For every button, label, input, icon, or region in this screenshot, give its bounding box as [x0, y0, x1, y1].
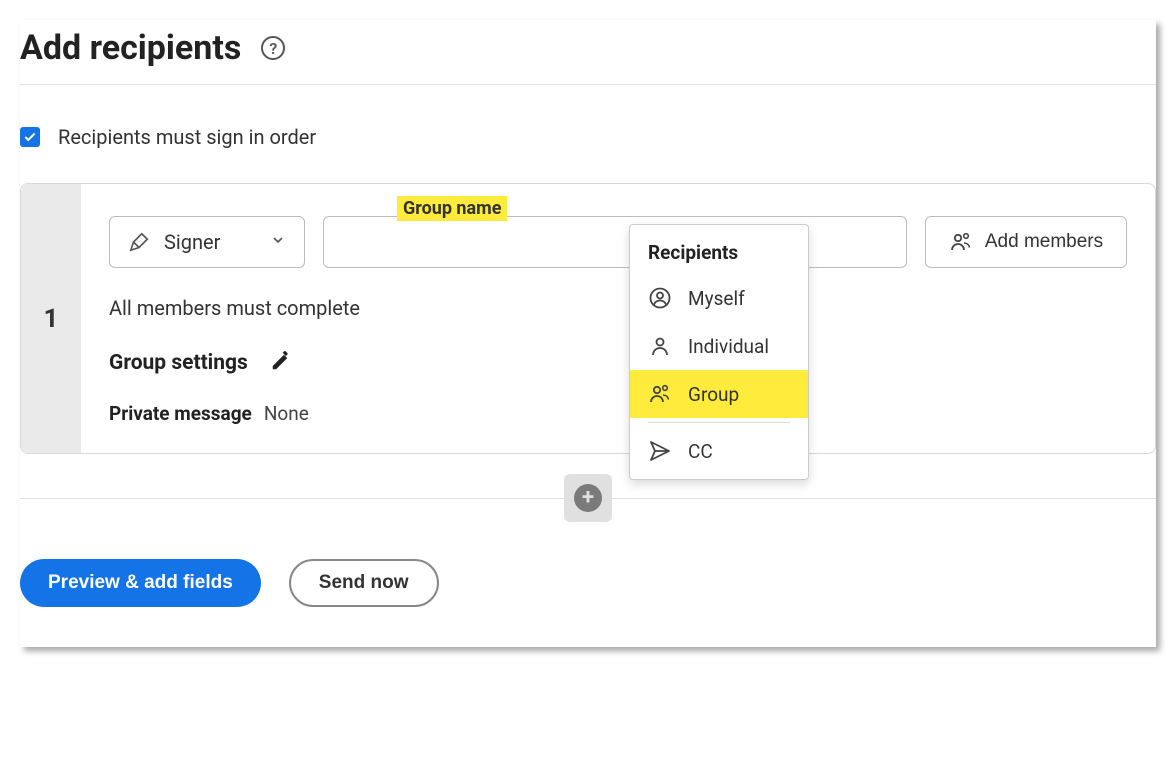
edit-settings-button[interactable] — [270, 350, 292, 376]
role-name: Signer — [164, 230, 220, 254]
dropdown-item-label: Group — [688, 383, 739, 406]
dropdown-item-group[interactable]: Group — [630, 370, 808, 418]
preview-add-fields-button[interactable]: Preview & add fields — [20, 559, 261, 607]
dropdown-item-individual[interactable]: Individual — [630, 322, 808, 370]
group-settings-row: Group settings — [109, 350, 1127, 376]
role-select[interactable]: Signer — [109, 216, 305, 268]
actions-row: Preview & add fields Send now — [20, 559, 1156, 607]
recipient-top-row: Signer Add members — [109, 216, 1127, 268]
dropdown-item-label: Myself — [688, 287, 745, 310]
page-title: Add recipients — [20, 28, 241, 68]
sign-order-label: Recipients must sign in order — [58, 125, 316, 149]
dropdown-divider — [648, 422, 790, 423]
help-icon[interactable]: ? — [261, 36, 285, 60]
header: Add recipients ? — [20, 20, 1156, 85]
add-members-button[interactable]: Add members — [925, 216, 1127, 268]
group-name-label: Group name — [397, 196, 507, 221]
pencil-icon — [270, 350, 292, 372]
send-now-button[interactable]: Send now — [289, 559, 439, 607]
send-icon — [648, 439, 672, 463]
dropdown-item-label: CC — [688, 440, 713, 463]
checkmark-icon — [23, 130, 37, 144]
dropdown-item-myself[interactable]: Myself — [630, 274, 808, 322]
group-settings-label: Group settings — [109, 351, 248, 375]
private-message-label: Private message — [109, 402, 252, 425]
pen-nib-icon — [128, 231, 150, 253]
chevron-down-icon — [270, 232, 286, 252]
group-name-input[interactable] — [323, 216, 907, 268]
group-icon — [648, 382, 672, 406]
group-add-icon — [949, 230, 973, 254]
recipient-body: Group name Signer Add members — [81, 184, 1155, 453]
recipients-dropdown: Recipients Myself Individual Group CC — [629, 224, 809, 480]
dropdown-item-cc[interactable]: CC — [630, 427, 808, 475]
private-message-value: None — [264, 402, 309, 425]
recipient-card: 1 Group name Signer Add members — [20, 183, 1156, 454]
plus-icon: + — [574, 484, 602, 512]
private-message-row: Private message None — [109, 402, 1127, 425]
myself-icon — [648, 286, 672, 310]
sign-order-checkbox[interactable] — [20, 127, 40, 147]
individual-icon — [648, 334, 672, 358]
sign-order-row: Recipients must sign in order — [20, 125, 1156, 149]
dropdown-header: Recipients — [630, 225, 808, 274]
add-recipients-panel: Add recipients ? Recipients must sign in… — [20, 20, 1156, 647]
add-members-label: Add members — [985, 231, 1103, 253]
recipient-note: All members must complete — [109, 296, 1127, 320]
recipient-index: 1 — [21, 184, 81, 453]
dropdown-item-label: Individual — [688, 335, 769, 358]
